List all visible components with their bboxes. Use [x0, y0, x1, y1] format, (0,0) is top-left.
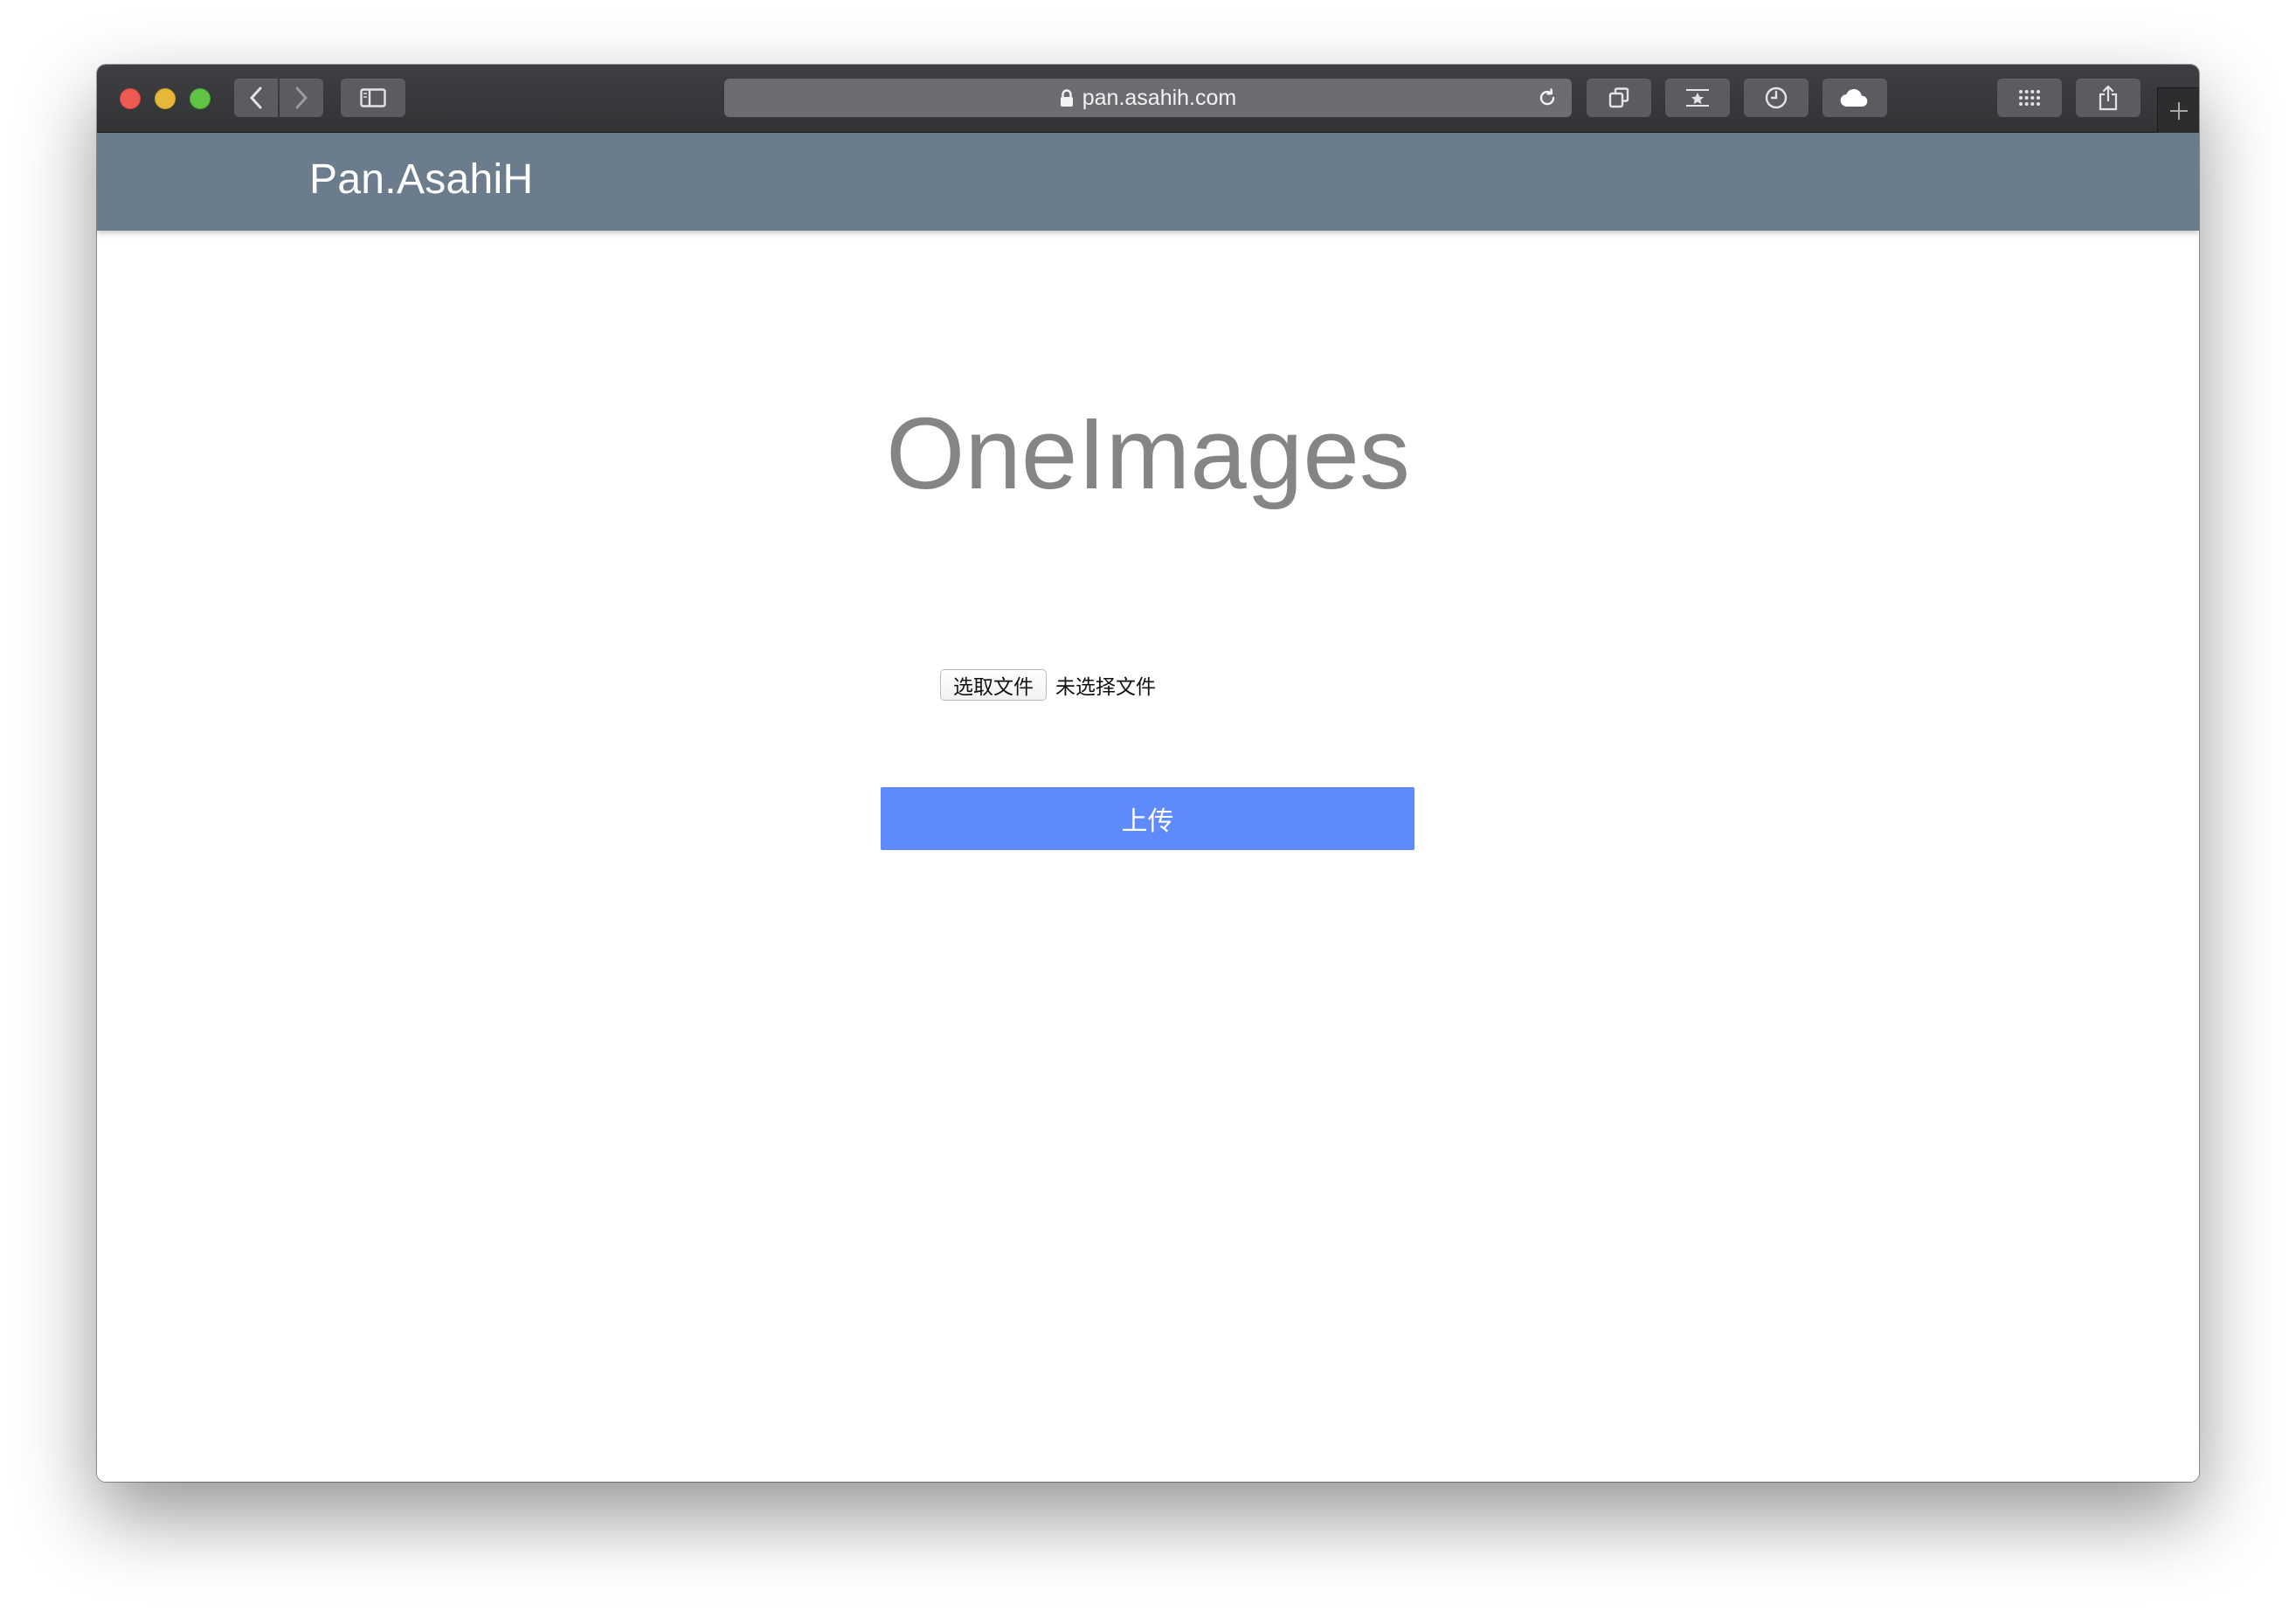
- maximize-window-button[interactable]: [190, 88, 211, 109]
- choose-file-button[interactable]: 选取文件: [940, 669, 1047, 701]
- site-navbar: Pan.AsahiH: [97, 133, 2199, 231]
- forward-icon: [295, 86, 308, 109]
- file-picker: 选取文件 未选择文件: [940, 669, 1156, 701]
- minimize-window-button[interactable]: [155, 88, 176, 109]
- back-icon: [250, 86, 262, 109]
- file-status-text: 未选择文件: [1055, 676, 1156, 699]
- browser-window: pan.asahih.com Pan.AsahiH OneImages 选取文件…: [97, 65, 2199, 1482]
- icloud-tabs-button[interactable]: [1822, 79, 1887, 117]
- reader-button[interactable]: [1665, 79, 1730, 117]
- history-button[interactable]: [1744, 79, 1808, 117]
- tabs-overview-button[interactable]: [1587, 79, 1651, 117]
- reload-button[interactable]: [1535, 86, 1559, 110]
- grid-icon: [2019, 90, 2040, 106]
- share-button[interactable]: [2076, 79, 2140, 117]
- page-title: OneImages: [886, 397, 1410, 510]
- upload-button[interactable]: 上传: [881, 787, 1414, 850]
- cloud-icon: [1840, 88, 1868, 107]
- close-window-button[interactable]: [120, 88, 141, 109]
- plus-icon: [2169, 101, 2188, 120]
- share-icon: [2099, 85, 2118, 111]
- sidebar-icon: [360, 88, 386, 107]
- reader-icon: [1686, 89, 1709, 107]
- url-text: pan.asahih.com: [1082, 85, 1237, 110]
- address-bar[interactable]: pan.asahih.com: [724, 79, 1572, 117]
- tabs-icon: [1608, 87, 1629, 108]
- forward-button[interactable]: [280, 79, 323, 117]
- sidebar-toggle-button[interactable]: [341, 79, 405, 117]
- new-tab-button[interactable]: [2157, 87, 2199, 133]
- web-page: Pan.AsahiH OneImages 选取文件 未选择文件 上传: [97, 133, 2199, 1482]
- reload-icon: [1539, 88, 1555, 106]
- history-icon: [1765, 86, 1788, 109]
- favorites-grid-button[interactable]: [1997, 79, 2062, 117]
- browser-toolbar: pan.asahih.com: [97, 65, 2199, 133]
- lock-icon: [1060, 88, 1074, 107]
- site-brand-link[interactable]: Pan.AsahiH: [309, 156, 533, 204]
- back-button[interactable]: [234, 79, 278, 117]
